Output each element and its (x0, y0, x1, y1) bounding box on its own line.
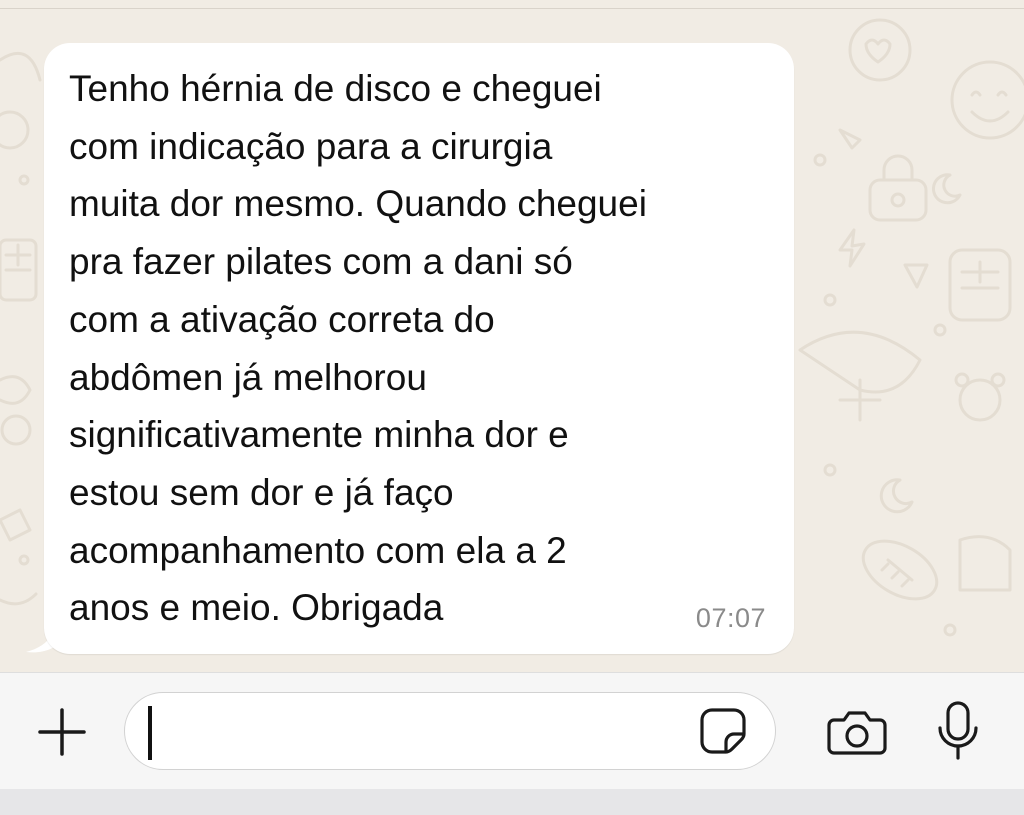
message-text: Tenho hérnia de disco e cheguei com indi… (69, 68, 647, 629)
sticker-icon (700, 708, 746, 754)
sticker-button[interactable] (698, 706, 748, 756)
text-cursor (148, 706, 152, 760)
camera-icon (827, 711, 887, 755)
plus-icon (38, 708, 86, 756)
message-input[interactable] (124, 692, 776, 770)
camera-button[interactable] (826, 708, 888, 756)
chat-area: Tenho hérnia de disco e cheguei com indi… (0, 0, 1024, 672)
home-indicator-area (0, 789, 1024, 815)
top-divider (0, 8, 1024, 9)
microphone-button[interactable] (936, 700, 980, 762)
message-timestamp: 07:07 (695, 603, 766, 633)
microphone-icon (938, 701, 978, 760)
attach-button[interactable] (34, 704, 90, 760)
